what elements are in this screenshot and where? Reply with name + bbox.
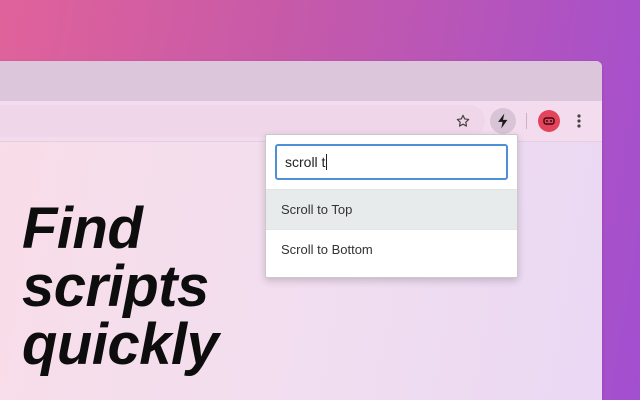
headline-line-2: scripts	[22, 254, 209, 319]
result-label: Scroll to Bottom	[281, 242, 373, 257]
lightning-bolt-icon[interactable]	[490, 108, 516, 134]
more-menu-icon[interactable]	[566, 108, 592, 134]
result-item-scroll-to-bottom[interactable]: Scroll to Bottom	[266, 229, 517, 269]
address-bar[interactable]	[0, 105, 485, 137]
result-label: Scroll to Top	[281, 202, 353, 217]
tab-strip	[0, 61, 602, 101]
profile-avatar[interactable]	[536, 108, 562, 134]
bookmark-star-icon[interactable]	[450, 108, 476, 134]
headline-line-3: quickly	[22, 312, 219, 377]
headline-line-1: Find	[22, 196, 143, 261]
text-caret	[326, 154, 328, 170]
result-item-scroll-to-top[interactable]: Scroll to Top	[266, 189, 517, 229]
toolbar-separator	[526, 113, 527, 129]
headline: Find scripts quickly	[22, 196, 219, 377]
script-search-input[interactable]: scroll t	[275, 144, 508, 180]
search-input-value: scroll t	[285, 154, 326, 170]
extension-popup: scroll t Scroll to Top Scroll to Bottom	[265, 134, 518, 278]
avatar-icon	[538, 110, 560, 132]
